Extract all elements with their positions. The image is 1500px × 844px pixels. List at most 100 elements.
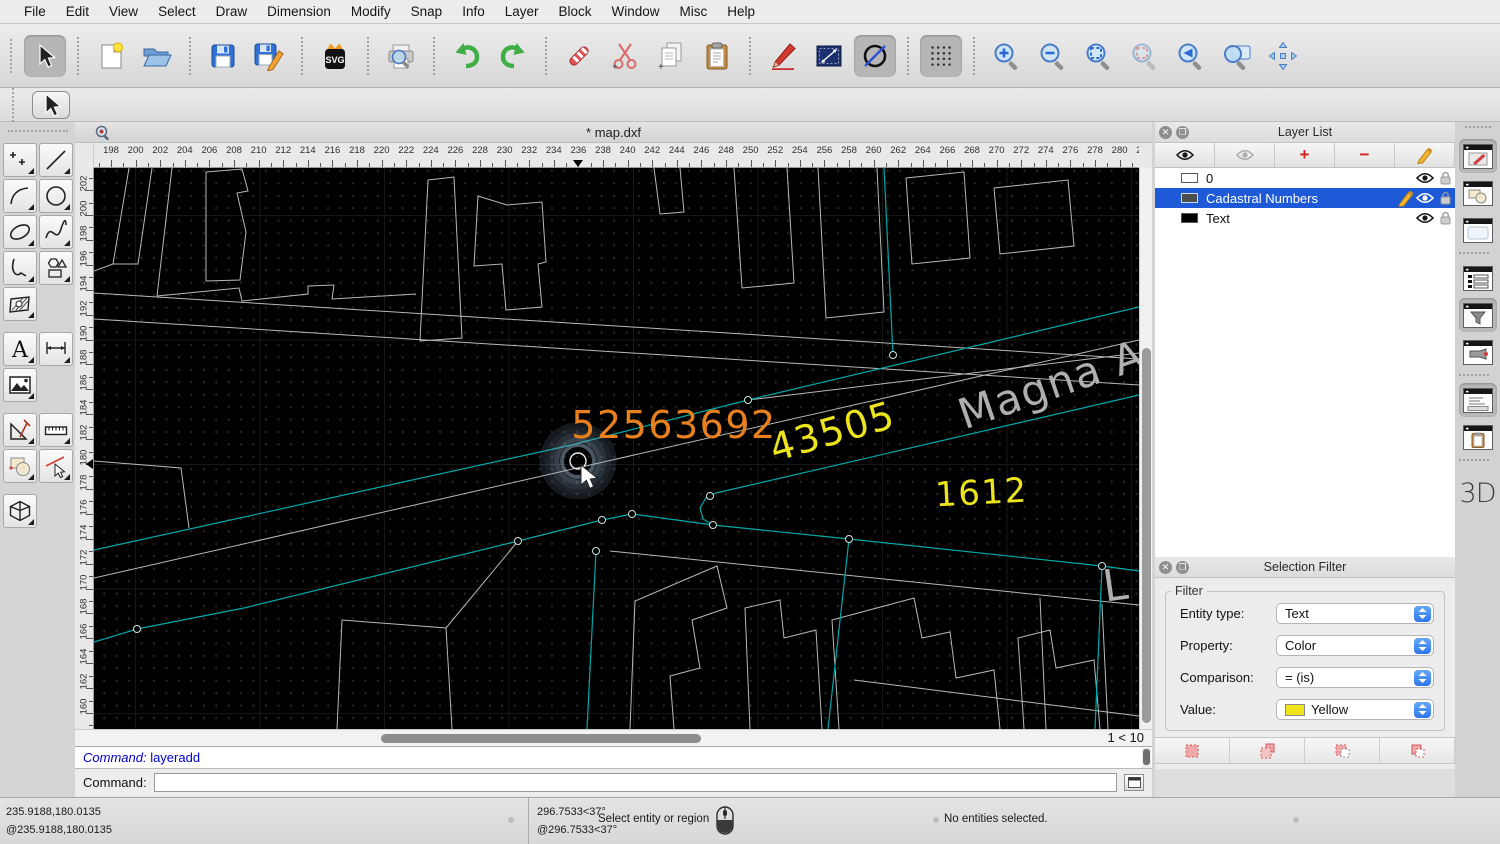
dock-library-browser-toggle[interactable] [1459,213,1497,247]
menu-info[interactable]: Info [452,0,495,24]
toolbar-drag-handle[interactable] [12,88,18,122]
tool-spline-button[interactable] [39,215,73,249]
filter-comparison-dropdown[interactable]: = (is) [1276,667,1434,688]
layer-color-swatch[interactable] [1181,173,1198,183]
dock-block-list-toggle[interactable] [1459,176,1497,210]
history-scrollbar[interactable] [1142,748,1151,768]
dock-drag-handle[interactable] [1465,126,1491,130]
scale-reference-button[interactable] [808,35,850,77]
menu-modify[interactable]: Modify [341,0,401,24]
filter-panel-close-button[interactable]: ✕ [1159,561,1172,574]
menu-snap[interactable]: Snap [401,0,453,24]
layer-color-swatch[interactable] [1181,193,1198,203]
tool-solid-button[interactable] [3,494,37,528]
zoom-auto-button[interactable] [1078,35,1120,77]
tool-image-button[interactable] [3,368,37,402]
menu-help[interactable]: Help [717,0,765,24]
filter-panel-detach-button[interactable]: ❐ [1176,561,1189,574]
menu-select[interactable]: Select [148,0,206,24]
tool-line-button[interactable] [39,143,73,177]
menu-draw[interactable]: Draw [206,0,258,24]
menu-layer[interactable]: Layer [495,0,549,24]
layer-panel-close-button[interactable]: ✕ [1159,126,1172,139]
delete-entity-button[interactable] [558,35,600,77]
pointer-tool-button[interactable] [24,35,66,77]
open-file-button[interactable] [136,35,178,77]
tool-arc-button[interactable] [3,179,37,213]
layer-visibility-icon[interactable] [1415,192,1435,204]
svg-export-button[interactable]: SVG [314,35,356,77]
selection-pointer-button[interactable] [32,91,70,119]
filter-select-button[interactable] [1155,738,1230,763]
menu-file[interactable]: File [14,0,56,24]
tool-dimension-button[interactable] [39,332,73,366]
print-preview-button[interactable] [380,35,422,77]
layer-lock-icon[interactable] [1435,171,1455,185]
edit-layer-button[interactable] [1395,143,1455,167]
dock-command-history-toggle[interactable] [1459,383,1497,417]
save-as-button[interactable] [248,35,290,77]
palette-drag-handle[interactable] [8,130,68,134]
layer-visibility-icon[interactable] [1415,172,1435,184]
tool-shape-button[interactable] [39,251,73,285]
layer-row-text[interactable]: Text [1155,208,1455,228]
filter-entity-type-dropdown[interactable]: Text [1276,603,1434,624]
remove-layer-button[interactable]: − [1335,143,1395,167]
zoom-out-button[interactable] [1032,35,1074,77]
layer-row-0[interactable]: 0 [1155,168,1455,188]
tool-polyline-button[interactable] [3,251,37,285]
layer-edit-icon[interactable] [1395,190,1415,207]
horizontal-scrollbar[interactable]: 1 < 10 [75,729,1152,746]
show-all-layers-button[interactable] [1155,143,1215,167]
grid-toggle-button[interactable] [920,35,962,77]
filter-remove-from-selection-button[interactable] [1380,738,1455,763]
zoom-selection-button[interactable] [1124,35,1166,77]
zoom-pan-button[interactable] [1262,35,1304,77]
tool-ellipse-button[interactable] [3,215,37,249]
restrict-off-button[interactable] [854,35,896,77]
drawing-window-titlebar[interactable]: * map.dxf [75,122,1152,143]
filter-property-dropdown[interactable]: Color [1276,635,1434,656]
dock-view-panel-toggle[interactable] [1459,335,1497,369]
tool-measure-button[interactable] [39,413,73,447]
filter-intersect-selection-button[interactable] [1305,738,1380,763]
layer-color-swatch[interactable] [1181,213,1198,223]
layer-lock-icon[interactable] [1435,191,1455,205]
save-file-button[interactable] [202,35,244,77]
dock-selection-filter-toggle[interactable] [1459,298,1497,332]
zoom-in-button[interactable] [986,35,1028,77]
undo-button[interactable] [446,35,488,77]
tool-points-button[interactable] [3,143,37,177]
dock-clipboard-panel-toggle[interactable] [1459,420,1497,454]
filter-add-to-selection-button[interactable] [1230,738,1305,763]
add-layer-button[interactable]: + [1275,143,1335,167]
menu-dimension[interactable]: Dimension [257,0,341,24]
cut-button[interactable]: + [604,35,646,77]
tool-draft-button[interactable] [3,413,37,447]
menu-view[interactable]: View [99,0,148,24]
toolbar-drag-handle[interactable] [10,39,16,73]
hide-all-layers-button[interactable] [1215,143,1275,167]
menu-edit[interactable]: Edit [56,0,99,24]
tool-text-button[interactable]: A [3,332,37,366]
menu-block[interactable]: Block [549,0,602,24]
tool-circle-button[interactable] [39,179,73,213]
command-input[interactable] [154,773,1117,792]
layer-lock-icon[interactable] [1435,211,1455,225]
tool-trim-button[interactable] [39,449,73,483]
drawing-canvas[interactable]: 52563692435051612Magna AL [94,168,1139,729]
menu-misc[interactable]: Misc [670,0,718,24]
layer-row-cadastral-numbers[interactable]: Cadastral Numbers [1155,188,1455,208]
dock-layer-list-toggle[interactable] [1459,261,1497,295]
zoom-previous-button[interactable] [1170,35,1212,77]
command-options-button[interactable] [1124,774,1144,791]
zoom-window-button[interactable] [1216,35,1258,77]
tool-hatch-button[interactable] [3,287,37,321]
tool-block-button[interactable] [3,449,37,483]
new-file-button[interactable] [90,35,132,77]
dock-property-editor-toggle[interactable] [1459,139,1497,173]
paste-button[interactable] [696,35,738,77]
horizontal-scrollbar-thumb[interactable] [381,734,701,743]
layer-panel-detach-button[interactable]: ❐ [1176,126,1189,139]
copy-button[interactable]: + [650,35,692,77]
